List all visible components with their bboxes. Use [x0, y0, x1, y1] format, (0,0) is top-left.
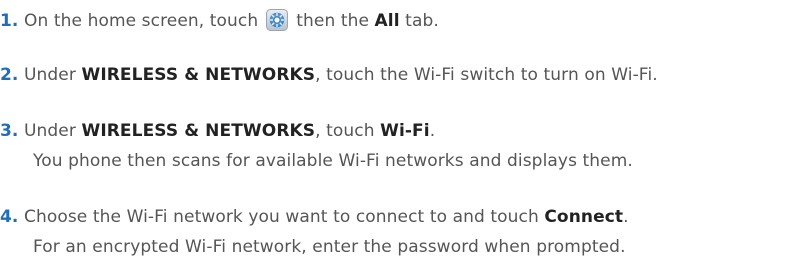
step-2-text-a: Under — [18, 65, 82, 85]
step-3-bold-wireless: WIRELESS & NETWORKS — [81, 121, 316, 141]
step-3-text-c: . — [429, 121, 436, 141]
step-2: 2. Under WIRELESS & NETWORKS, touch the … — [0, 64, 658, 86]
step-1-text-b: then the — [290, 11, 375, 31]
step-3-description: You phone then scans for available Wi-Fi… — [33, 151, 633, 171]
step-1-text-c: tab. — [399, 11, 439, 31]
instruction-steps: 1. On the home screen, touch then the Al… — [0, 0, 794, 277]
step-2-bold-wireless: WIRELESS & NETWORKS — [81, 65, 316, 85]
step-3-number: 3. — [0, 121, 19, 141]
step-4-text-a: Choose the Wi-Fi network you want to con… — [18, 207, 545, 227]
step-3: 3. Under WIRELESS & NETWORKS, touch Wi-F… — [0, 120, 435, 142]
step-4-bold-connect: Connect — [544, 207, 624, 227]
step-1: 1. On the home screen, touch then the Al… — [0, 9, 439, 32]
step-4-description: For an encrypted Wi-Fi network, enter th… — [33, 237, 626, 257]
step-2-number: 2. — [0, 65, 19, 85]
step-1-text-a: On the home screen, touch — [18, 11, 264, 31]
step-4-number: 4. — [0, 207, 19, 227]
step-3-text-b: , touch — [315, 121, 381, 141]
step-2-text-b: , touch the Wi-Fi switch to turn on Wi-F… — [315, 65, 658, 85]
step-4: 4. Choose the Wi-Fi network you want to … — [0, 206, 629, 228]
step-1-number: 1. — [0, 11, 19, 31]
step-1-bold-all: All — [374, 11, 400, 31]
step-4-text-b: . — [623, 207, 629, 227]
step-3-text-a: Under — [18, 121, 82, 141]
step-3-bold-wifi: Wi-Fi — [380, 121, 430, 141]
settings-gear-icon — [265, 9, 288, 31]
